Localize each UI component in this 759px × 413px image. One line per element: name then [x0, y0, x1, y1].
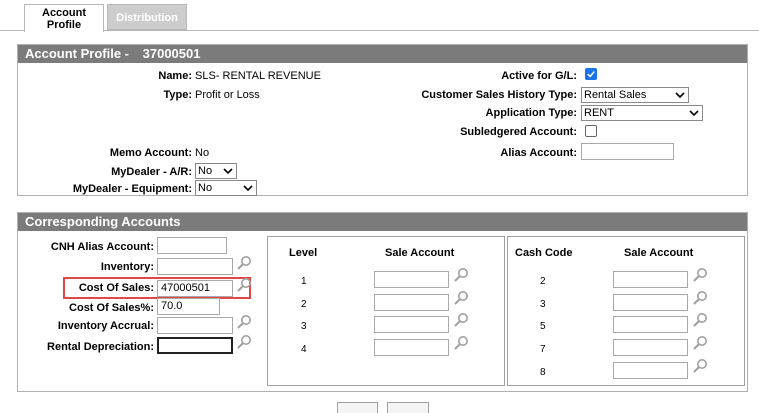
level-row-sale-account-input[interactable]	[374, 271, 449, 288]
level-sale-account-header: Sale Account	[385, 247, 455, 259]
mydealer-ar-value: No	[198, 165, 213, 177]
level-row-number: 3	[301, 321, 307, 332]
account-profile-header: Account Profile - 37000501	[18, 45, 747, 63]
search-icon[interactable]	[453, 335, 469, 351]
chevron-down-icon	[243, 185, 253, 192]
cash-code-row-number: 3	[540, 299, 546, 310]
tab-label: Distribution	[116, 12, 178, 24]
cost-of-sales-input[interactable]: 47000501	[157, 280, 233, 297]
search-icon[interactable]	[236, 277, 252, 293]
panel-title: Corresponding Accounts	[25, 214, 181, 229]
type-value: Profit or Loss	[195, 89, 260, 101]
mydealer-equipment-select[interactable]: No	[195, 180, 257, 196]
level-header: Level	[289, 247, 318, 259]
tab-label-line1: Account	[42, 7, 86, 19]
customer-sales-history-select[interactable]: Rental Sales	[581, 87, 689, 103]
mydealer-equipment-value: No	[198, 182, 213, 194]
mydealer-ar-label: MyDealer - A/R:	[111, 166, 192, 178]
mydealer-ar-select[interactable]: No	[195, 163, 237, 179]
search-icon[interactable]	[692, 267, 708, 283]
search-icon[interactable]	[453, 290, 469, 306]
type-label: Type:	[163, 89, 192, 101]
name-label: Name:	[158, 70, 192, 82]
search-icon[interactable]	[692, 358, 708, 374]
cash-code-row-number: 5	[540, 321, 546, 332]
memo-account-label: Memo Account:	[109, 147, 192, 159]
rental-depreciation-input[interactable]	[157, 337, 233, 354]
account-number: 37000501	[142, 46, 201, 61]
cash-code-row-sale-account-input[interactable]	[613, 316, 688, 333]
cash-code-row-number: 2	[540, 276, 546, 287]
customer-sales-history-label: Customer Sales History Type:	[421, 89, 577, 101]
subledgered-account-checkbox[interactable]	[585, 125, 597, 137]
level-row-sale-account-input[interactable]	[374, 294, 449, 311]
search-icon[interactable]	[692, 312, 708, 328]
tab-distribution[interactable]: Distribution	[107, 4, 187, 30]
search-icon[interactable]	[236, 314, 252, 330]
level-row-number: 2	[301, 299, 307, 310]
tab-bar-divider	[0, 30, 759, 31]
search-icon[interactable]	[236, 255, 252, 271]
tab-account-profile[interactable]: Account Profile	[24, 4, 104, 32]
subledgered-account-label: Subledgered Account:	[460, 126, 577, 138]
bottom-button-2[interactable]	[387, 402, 429, 413]
cash-code-row-sale-account-input[interactable]	[613, 339, 688, 356]
inventory-input[interactable]	[157, 258, 233, 275]
application-type-label: Application Type:	[485, 107, 577, 119]
alias-account-label: Alias Account:	[500, 147, 577, 159]
corresponding-accounts-header: Corresponding Accounts	[18, 213, 747, 231]
cost-of-sales-pct-input[interactable]: 70.0	[157, 298, 220, 315]
active-gl-checkbox[interactable]	[585, 68, 597, 80]
panel-title: Account Profile -	[25, 46, 130, 61]
search-icon[interactable]	[236, 334, 252, 350]
cost-of-sales-pct-label: Cost Of Sales%:	[69, 302, 154, 314]
alias-account-input[interactable]	[581, 143, 674, 160]
search-icon[interactable]	[453, 312, 469, 328]
cash-code-row-number: 7	[540, 344, 546, 355]
active-gl-label: Active for G/L:	[501, 70, 577, 82]
level-row-number: 1	[301, 276, 307, 287]
customer-sales-history-value: Rental Sales	[584, 89, 647, 101]
level-row-number: 4	[301, 344, 307, 355]
mydealer-equipment-label: MyDealer - Equipment:	[72, 183, 192, 195]
checkmark-icon	[587, 71, 595, 78]
search-icon[interactable]	[453, 267, 469, 283]
search-icon[interactable]	[692, 290, 708, 306]
cash-code-row-sale-account-input[interactable]	[613, 362, 688, 379]
cost-of-sales-label: Cost Of Sales:	[78, 282, 154, 294]
cnh-alias-account-label: CNH Alias Account:	[50, 241, 154, 253]
application-type-value: RENT	[584, 107, 614, 119]
tab-label-line2: Profile	[46, 19, 82, 31]
bottom-button-1[interactable]	[337, 402, 378, 413]
chevron-down-icon	[689, 110, 699, 117]
search-icon[interactable]	[692, 335, 708, 351]
level-row-sale-account-input[interactable]	[374, 316, 449, 333]
cash-code-row-sale-account-input[interactable]	[613, 271, 688, 288]
cash-code-row-number: 8	[540, 367, 546, 378]
cash-code-row-sale-account-input[interactable]	[613, 294, 688, 311]
memo-account-value: No	[195, 147, 210, 159]
inventory-accrual-label: Inventory Accrual:	[57, 320, 154, 332]
cash-code-header: Cash Code	[515, 247, 573, 259]
inventory-label: Inventory:	[100, 261, 154, 273]
level-row-sale-account-input[interactable]	[374, 339, 449, 356]
name-value: SLS- RENTAL REVENUE	[195, 70, 321, 82]
inventory-accrual-input[interactable]	[157, 317, 233, 334]
cash-sale-account-header: Sale Account	[624, 247, 694, 259]
chevron-down-icon	[223, 168, 233, 175]
chevron-down-icon	[675, 92, 685, 99]
cnh-alias-account-input[interactable]	[157, 237, 227, 254]
rental-depreciation-label: Rental Depreciation:	[47, 341, 154, 353]
application-type-select[interactable]: RENT	[581, 105, 703, 121]
